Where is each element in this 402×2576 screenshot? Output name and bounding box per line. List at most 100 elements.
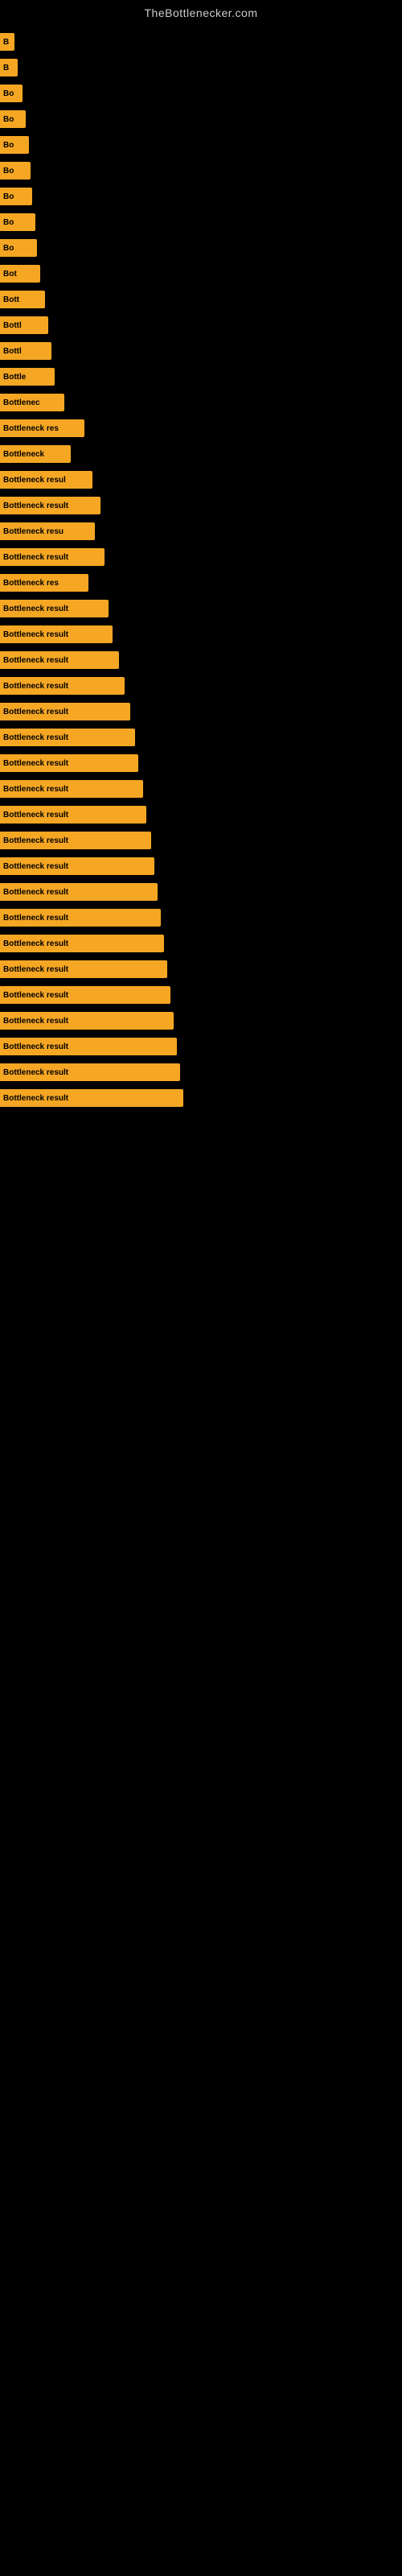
bar-item: Bottleneck result xyxy=(0,960,167,978)
bar-label: Bottleneck result xyxy=(3,965,68,974)
bar-item: Bottleneck result xyxy=(0,729,135,746)
bar-label: Bottleneck result xyxy=(3,708,68,716)
bar-label: B xyxy=(3,38,9,47)
bar-row: Bottle xyxy=(0,365,402,388)
bar-label: Bottleneck result xyxy=(3,1042,68,1051)
bar-item: Bo xyxy=(0,213,35,231)
bar-label: Bo xyxy=(3,167,14,175)
bar-item: Bottleneck resu xyxy=(0,522,95,540)
bar-label: Bott xyxy=(3,295,19,304)
bar-item: Bottleneck result xyxy=(0,1012,174,1030)
bar-item: Bottleneck result xyxy=(0,600,109,617)
bar-item: Bottleneck result xyxy=(0,780,143,798)
bar-row: Bottleneck result xyxy=(0,752,402,774)
bar-row: Bo xyxy=(0,211,402,233)
bar-label: Bottleneck result xyxy=(3,991,68,1000)
bar-item: Bottle xyxy=(0,368,55,386)
bar-item: Bottleneck result xyxy=(0,909,161,927)
bar-item: B xyxy=(0,59,18,76)
bars-container: B B Bo Bo Bo Bo Bo Bo Bo Bot Bott Bottl Bottl Bottle B… xyxy=(0,23,402,1113)
bar-row: Bo xyxy=(0,108,402,130)
bar-row: B xyxy=(0,31,402,53)
bar-row: Bottleneck result xyxy=(0,855,402,877)
bar-row: Bottleneck result xyxy=(0,546,402,568)
bar-row: Bo xyxy=(0,185,402,208)
bar-row: Bottleneck result xyxy=(0,984,402,1006)
bar-row: Bottleneck resu xyxy=(0,520,402,543)
bar-item: Bottl xyxy=(0,342,51,360)
bar-row: Bottleneck result xyxy=(0,1035,402,1058)
bar-item: Bottleneck xyxy=(0,445,71,463)
bar-item: Bott xyxy=(0,291,45,308)
bar-item: Bottleneck result xyxy=(0,677,125,695)
bar-label: Bo xyxy=(3,218,14,227)
bar-row: Bottleneck res xyxy=(0,572,402,594)
bar-row: Bottleneck result xyxy=(0,881,402,903)
bar-item: Bottleneck result xyxy=(0,857,154,875)
bar-label: Bo xyxy=(3,115,14,124)
bar-label: Bottleneck result xyxy=(3,553,68,562)
bar-row: Bottleneck result xyxy=(0,958,402,980)
bar-item: Bottleneck result xyxy=(0,935,164,952)
bar-label: Bottleneck result xyxy=(3,914,68,923)
bar-item: Bottleneck result xyxy=(0,986,170,1004)
bar-label: Bottleneck res xyxy=(3,424,59,433)
bar-label: Bottl xyxy=(3,321,22,330)
bar-label: Bottleneck result xyxy=(3,862,68,871)
bar-row: Bottleneck result xyxy=(0,700,402,723)
bar-item: Bottleneck result xyxy=(0,754,138,772)
bar-row: Bottlenec xyxy=(0,391,402,414)
bar-row: Bottleneck resul xyxy=(0,469,402,491)
bar-label: Bottleneck res xyxy=(3,579,59,588)
bar-label: Bo xyxy=(3,89,14,98)
bar-row: Bottleneck result xyxy=(0,906,402,929)
bar-label: Bottleneck result xyxy=(3,502,68,510)
bar-label: Bottlenec xyxy=(3,398,40,407)
bar-label: Bottleneck result xyxy=(3,785,68,794)
bar-item: Bot xyxy=(0,265,40,283)
site-title: TheBottlenecker.com xyxy=(0,0,402,23)
bar-item: Bottleneck result xyxy=(0,548,105,566)
bar-item: Bottl xyxy=(0,316,48,334)
bar-row: Bottleneck result xyxy=(0,649,402,671)
bar-label: Bottleneck resul xyxy=(3,476,66,485)
bar-item: Bottleneck res xyxy=(0,574,88,592)
bar-label: Bottleneck xyxy=(3,450,44,459)
bar-label: Bottleneck result xyxy=(3,888,68,897)
bar-row: B xyxy=(0,56,402,79)
bar-item: Bottleneck result xyxy=(0,625,113,643)
bar-label: Bottleneck result xyxy=(3,656,68,665)
bar-item: Bo xyxy=(0,162,31,180)
bar-item: Bottleneck res xyxy=(0,419,84,437)
bar-label: Bottleneck result xyxy=(3,605,68,613)
bar-item: Bottleneck result xyxy=(0,883,158,901)
bar-row: Bottleneck result xyxy=(0,1009,402,1032)
bar-item: Bo xyxy=(0,188,32,205)
bar-label: Bottleneck result xyxy=(3,939,68,948)
bar-item: Bottleneck result xyxy=(0,1063,180,1081)
bar-row: Bottleneck result xyxy=(0,623,402,646)
bar-row: Bottleneck result xyxy=(0,1087,402,1109)
bar-item: Bottleneck result xyxy=(0,1038,177,1055)
bar-item: Bo xyxy=(0,239,37,257)
bar-label: Bo xyxy=(3,244,14,253)
bar-label: Bottle xyxy=(3,373,26,382)
bar-row: Bottl xyxy=(0,314,402,336)
bar-row: Bott xyxy=(0,288,402,311)
bar-row: Bottleneck result xyxy=(0,726,402,749)
bar-item: Bottlenec xyxy=(0,394,64,411)
bar-label: Bo xyxy=(3,192,14,201)
bar-item: Bottleneck result xyxy=(0,832,151,849)
bar-item: B xyxy=(0,33,14,51)
bar-item: Bottleneck result xyxy=(0,703,130,720)
bar-item: Bottleneck result xyxy=(0,651,119,669)
bar-item: Bottleneck resul xyxy=(0,471,92,489)
bar-label: Bottleneck result xyxy=(3,759,68,768)
bar-label: Bottleneck result xyxy=(3,733,68,742)
bar-label: Bot xyxy=(3,270,17,279)
bar-row: Bo xyxy=(0,134,402,156)
bar-label: B xyxy=(3,64,9,72)
bar-row: Bottleneck result xyxy=(0,932,402,955)
bar-item: Bo xyxy=(0,136,29,154)
bar-label: Bottleneck result xyxy=(3,682,68,691)
